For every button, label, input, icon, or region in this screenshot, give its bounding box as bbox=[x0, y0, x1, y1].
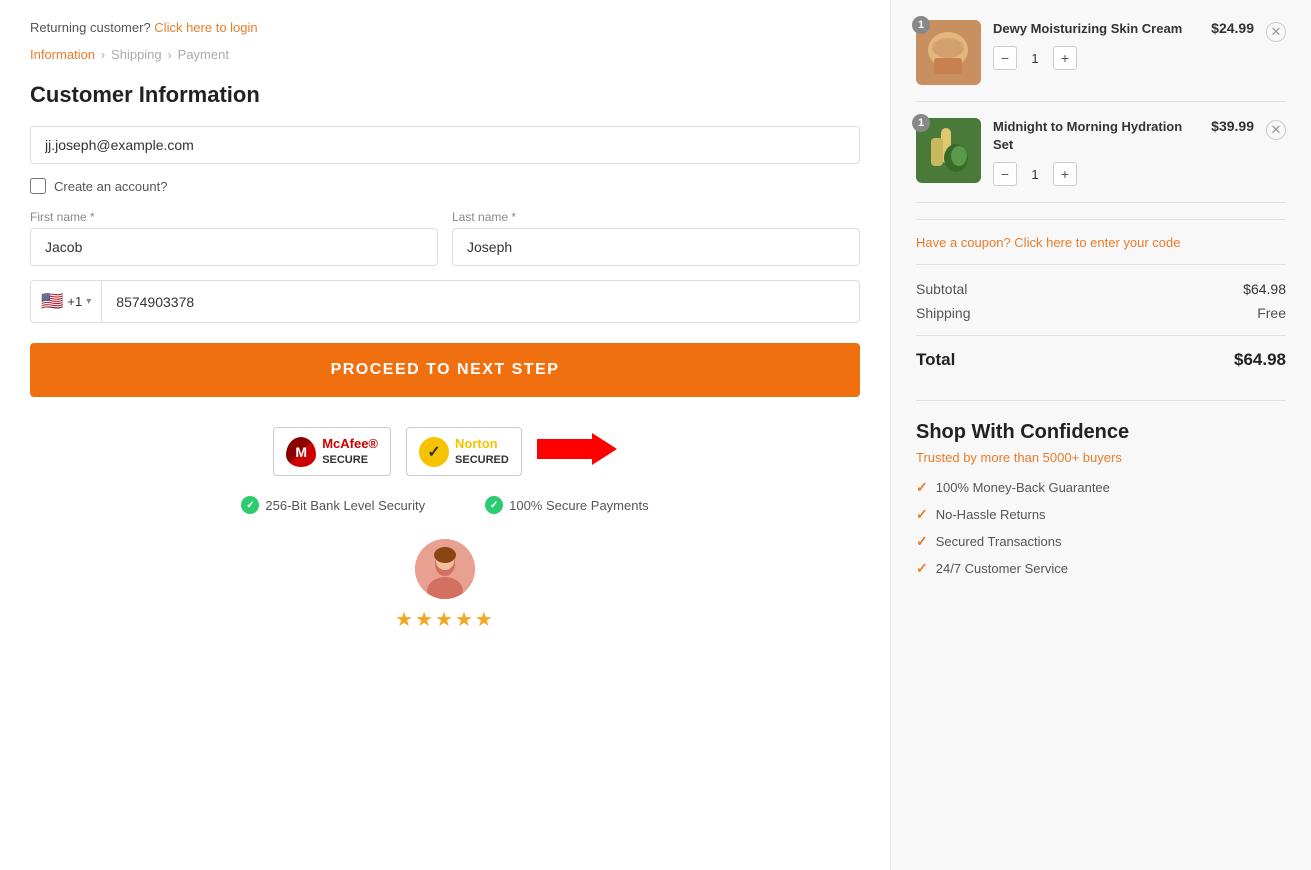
breadcrumb-payment[interactable]: Payment bbox=[178, 47, 229, 62]
returning-customer-text: Returning customer? Click here to login bbox=[30, 20, 860, 35]
total-label: Total bbox=[916, 350, 955, 370]
coupon-link[interactable]: Have a coupon? Click here to enter your … bbox=[916, 235, 1181, 250]
mcafee-shield-icon: M bbox=[286, 437, 316, 467]
norton-check-icon: ✓ bbox=[419, 437, 449, 467]
flag-us-icon: 🇺🇸 bbox=[41, 291, 63, 312]
confidence-check-0-icon: ✓ bbox=[916, 479, 928, 496]
confidence-check-1-icon: ✓ bbox=[916, 506, 928, 523]
confidence-check-2-icon: ✓ bbox=[916, 533, 928, 550]
shipping-value: Free bbox=[1257, 305, 1286, 321]
first-name-input[interactable] bbox=[30, 228, 438, 266]
section-title: Customer Information bbox=[30, 82, 860, 108]
cart-item-2-details: Midnight to Morning Hydration Set − 1 + bbox=[993, 118, 1199, 186]
reviewer-stars: ★★★★★ bbox=[395, 607, 495, 632]
breadcrumb-shipping[interactable]: Shipping bbox=[111, 47, 162, 62]
last-name-label: Last name * bbox=[452, 210, 860, 224]
cart-item-2-qty-row: − 1 + bbox=[993, 162, 1199, 186]
create-account-row: Create an account? bbox=[30, 178, 860, 194]
name-row: First name * Last name * bbox=[30, 210, 860, 266]
coupon-section: Have a coupon? Click here to enter your … bbox=[916, 219, 1286, 265]
cart-item-2-quantity: 1 bbox=[1025, 167, 1045, 182]
shipping-label: Shipping bbox=[916, 305, 971, 321]
mcafee-badge: M McAfee®SECURE bbox=[273, 427, 391, 476]
norton-badge: ✓ NortonSECURED bbox=[406, 427, 522, 476]
last-name-input[interactable] bbox=[452, 228, 860, 266]
confidence-item-3-label: 24/7 Customer Service bbox=[936, 561, 1068, 576]
shipping-row: Shipping Free bbox=[916, 305, 1286, 321]
secure-payments-label: 100% Secure Payments bbox=[509, 498, 648, 513]
cart-item-2-increase-button[interactable]: + bbox=[1053, 162, 1077, 186]
bank-security-label: 256-Bit Bank Level Security bbox=[265, 498, 425, 513]
subtotal-row: Subtotal $64.98 bbox=[916, 281, 1286, 297]
cart-item-1-image-wrapper: 1 bbox=[916, 20, 981, 85]
first-name-group: First name * bbox=[30, 210, 438, 266]
confidence-item-3: ✓ 24/7 Customer Service bbox=[916, 560, 1286, 577]
cart-item-1-quantity: 1 bbox=[1025, 51, 1045, 66]
subtotal-value: $64.98 bbox=[1243, 281, 1286, 297]
cart-item-2-badge: 1 bbox=[912, 114, 930, 132]
confidence-title: Shop With Confidence bbox=[916, 421, 1286, 444]
confidence-item-2: ✓ Secured Transactions bbox=[916, 533, 1286, 550]
breadcrumb-sep-1: › bbox=[101, 48, 105, 62]
cart-item-2-decrease-button[interactable]: − bbox=[993, 162, 1017, 186]
email-field-group bbox=[30, 126, 860, 164]
bank-security-check-icon: ✓ bbox=[241, 496, 259, 514]
phone-code: +1 bbox=[67, 294, 82, 309]
security-feature-payments: ✓ 100% Secure Payments bbox=[485, 496, 648, 514]
norton-text: NortonSECURED bbox=[455, 436, 509, 467]
cart-item-1-price: $24.99 bbox=[1211, 20, 1254, 36]
confidence-item-0-label: 100% Money-Back Guarantee bbox=[936, 480, 1110, 495]
cart-item-1-name: Dewy Moisturizing Skin Cream bbox=[993, 20, 1199, 38]
confidence-item-1-label: No-Hassle Returns bbox=[936, 507, 1046, 522]
mcafee-text: McAfee®SECURE bbox=[322, 436, 378, 467]
cart-item-2: 1 Midnight to Morning Hydration Set − 1 … bbox=[916, 118, 1286, 203]
email-input[interactable] bbox=[30, 126, 860, 164]
cart-item-1: 1 Dewy Moisturizing Skin Cream − 1 + $24… bbox=[916, 20, 1286, 102]
last-name-group: Last name * bbox=[452, 210, 860, 266]
confidence-item-2-label: Secured Transactions bbox=[936, 534, 1062, 549]
create-account-checkbox[interactable] bbox=[30, 178, 46, 194]
cart-item-1-increase-button[interactable]: + bbox=[1053, 46, 1077, 70]
cart-item-2-name: Midnight to Morning Hydration Set bbox=[993, 118, 1199, 154]
cart-item-1-remove-button[interactable]: ✕ bbox=[1266, 22, 1286, 42]
phone-input[interactable] bbox=[102, 281, 859, 322]
breadcrumb-sep-2: › bbox=[168, 48, 172, 62]
login-link[interactable]: Click here to login bbox=[154, 20, 257, 35]
security-feature-bank: ✓ 256-Bit Bank Level Security bbox=[241, 496, 425, 514]
reviewer-section: ★★★★★ bbox=[30, 539, 860, 632]
confidence-check-3-icon: ✓ bbox=[916, 560, 928, 577]
confidence-subtitle: Trusted by more than 5000+ buyers bbox=[916, 450, 1286, 465]
subtotal-label: Subtotal bbox=[916, 281, 967, 297]
breadcrumb-information[interactable]: Information bbox=[30, 47, 95, 62]
reviewer-avatar bbox=[415, 539, 475, 599]
security-badges: M McAfee®SECURE ✓ NortonSECURED bbox=[30, 427, 860, 476]
phone-row: 🇺🇸 +1 ▾ bbox=[30, 280, 860, 323]
confidence-item-1: ✓ No-Hassle Returns bbox=[916, 506, 1286, 523]
secure-payments-check-icon: ✓ bbox=[485, 496, 503, 514]
cart-item-1-decrease-button[interactable]: − bbox=[993, 46, 1017, 70]
confidence-section: Shop With Confidence Trusted by more tha… bbox=[916, 400, 1286, 577]
security-features: ✓ 256-Bit Bank Level Security ✓ 100% Sec… bbox=[30, 496, 860, 514]
breadcrumb: Information › Shipping › Payment bbox=[30, 47, 860, 62]
total-value: $64.98 bbox=[1234, 350, 1286, 370]
create-account-label: Create an account? bbox=[54, 179, 167, 194]
cart-item-1-qty-row: − 1 + bbox=[993, 46, 1199, 70]
confidence-item-0: ✓ 100% Money-Back Guarantee bbox=[916, 479, 1286, 496]
cart-item-1-badge: 1 bbox=[912, 16, 930, 34]
phone-flag-dropdown[interactable]: 🇺🇸 +1 ▾ bbox=[31, 281, 102, 322]
first-name-label: First name * bbox=[30, 210, 438, 224]
cart-item-2-remove-button[interactable]: ✕ bbox=[1266, 120, 1286, 140]
total-row: Total $64.98 bbox=[916, 335, 1286, 370]
phone-dropdown-arrow-icon: ▾ bbox=[86, 296, 91, 307]
cart-item-1-details: Dewy Moisturizing Skin Cream − 1 + bbox=[993, 20, 1199, 70]
cart-item-2-price: $39.99 bbox=[1211, 118, 1254, 134]
proceed-button[interactable]: PROCEED TO NEXT STEP bbox=[30, 343, 860, 397]
cart-item-2-image-wrapper: 1 bbox=[916, 118, 981, 183]
arrow-indicator bbox=[537, 431, 617, 473]
